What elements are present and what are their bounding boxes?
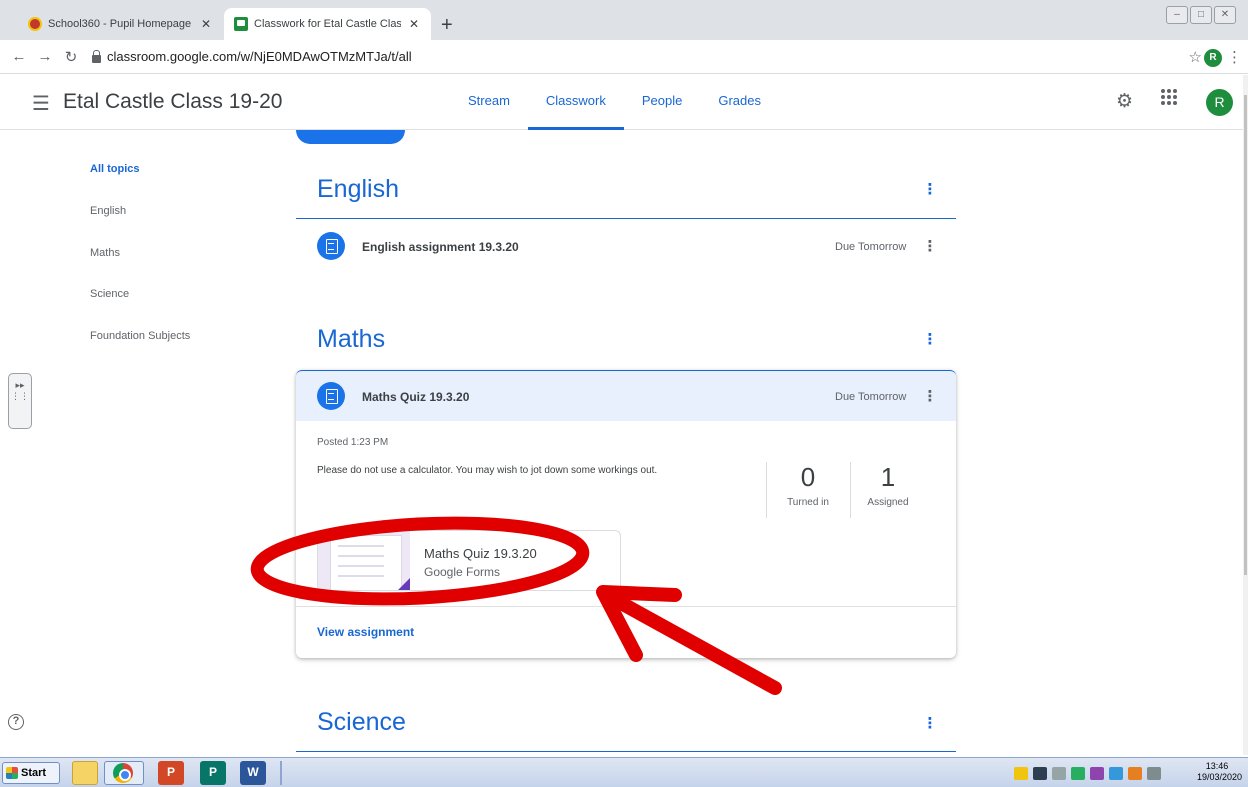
clock-time: 13:46 — [1205, 761, 1229, 771]
tab-stream[interactable]: Stream — [450, 75, 528, 130]
profile-avatar[interactable]: R — [1206, 89, 1233, 116]
view-assignment-link[interactable]: View assignment — [317, 625, 414, 639]
posted-time: Posted 1:23 PM — [317, 437, 389, 448]
bookmark-star-icon[interactable]: ☆ — [1189, 48, 1202, 66]
start-button[interactable]: Start — [2, 762, 60, 784]
attachment-title: Maths Quiz 19.3.20 — [424, 546, 537, 561]
assignment-instructions: Please do not use a calculator. You may … — [317, 465, 658, 476]
display-icon[interactable] — [1109, 766, 1123, 780]
turned-in-count: 0 — [800, 462, 816, 492]
tab-title: School360 - Pupil Homepage — [48, 18, 192, 30]
apps-grid-icon[interactable] — [1161, 89, 1179, 105]
assignment-icon — [317, 232, 345, 260]
tool-icon[interactable] — [1090, 766, 1104, 780]
file-explorer-icon[interactable] — [72, 761, 98, 785]
topic-maths[interactable]: Maths — [90, 247, 120, 259]
close-icon[interactable]: ✕ — [199, 17, 213, 31]
turned-in-label: Turned in — [787, 497, 829, 508]
topic-english[interactable]: English — [90, 205, 126, 217]
volume-icon[interactable] — [1052, 766, 1066, 780]
help-icon[interactable]: ? — [8, 714, 24, 730]
browser-toolbar: ← → ↻ classroom.google.com/w/NjE0MDAwOTM… — [0, 40, 1248, 74]
assigned-count: 1 — [880, 462, 896, 492]
url-text: classroom.google.com/w/NjE0MDAwOTMzMTJa/… — [107, 49, 412, 64]
due-date: Due Tomorrow — [835, 241, 907, 253]
section-title-maths: Maths — [317, 325, 386, 353]
form-thumbnail — [318, 531, 410, 590]
settings-gear-icon[interactable]: ⚙ — [1116, 90, 1133, 113]
browser-menu-icon[interactable]: ⋮ — [1227, 48, 1242, 66]
chrome-icon[interactable] — [104, 761, 144, 785]
security-shield-icon[interactable] — [1014, 766, 1028, 780]
classroom-icon — [234, 17, 248, 31]
scrollbar-thumb[interactable] — [1244, 95, 1247, 575]
topic-all[interactable]: All topics — [90, 163, 140, 175]
window-controls: – □ ✕ — [1166, 6, 1236, 24]
keyboard-icon[interactable] — [1147, 766, 1161, 780]
side-panel-handle-icon[interactable]: ▸▸ ⋮⋮ — [8, 373, 32, 429]
tab-classwork[interactable]: Classwork — [527, 75, 624, 130]
close-icon[interactable]: ✕ — [407, 17, 421, 31]
turned-in-stat[interactable]: 0 Turned in — [766, 462, 850, 517]
reload-icon[interactable]: ↻ — [58, 48, 84, 66]
assignment-title-english[interactable]: English assignment 19.3.20 — [362, 240, 519, 254]
classroom-header: ☰ Etal Castle Class 19-20 Stream Classwo… — [0, 75, 1243, 130]
taskbar-separator — [280, 761, 282, 785]
hamburger-menu-icon[interactable]: ☰ — [32, 91, 50, 116]
more-options-icon[interactable]: ⋮ — [922, 716, 938, 731]
window-close-icon[interactable]: ✕ — [1214, 6, 1236, 24]
topic-science[interactable]: Science — [90, 288, 129, 300]
powerpoint-icon[interactable]: P — [158, 761, 184, 785]
assignment-title-maths[interactable]: Maths Quiz 19.3.20 — [362, 390, 469, 404]
tab-title: Classwork for Etal Castle Class 19-2 — [254, 18, 401, 30]
lock-icon — [92, 49, 101, 63]
section-divider — [296, 751, 956, 752]
section-divider — [296, 218, 956, 219]
publisher-icon[interactable]: P — [200, 761, 226, 785]
tab-people[interactable]: People — [624, 75, 700, 130]
forward-icon[interactable]: → — [32, 48, 58, 65]
google-forms-icon — [396, 578, 410, 590]
more-options-icon[interactable]: ⋮ — [922, 182, 938, 197]
browser-tab-strip: School360 - Pupil Homepage ✕ Classwork f… — [0, 0, 1248, 40]
sync-icon[interactable] — [1071, 766, 1085, 780]
network-icon[interactable] — [1033, 766, 1047, 780]
tab-grades[interactable]: Grades — [700, 75, 779, 130]
assignment-icon — [317, 382, 345, 410]
clock-date: 19/03/2020 — [1197, 772, 1243, 782]
windows-taskbar: Start P P W 13:46 19/03/2020 — [0, 757, 1248, 787]
word-icon[interactable]: W — [240, 761, 266, 785]
address-bar[interactable]: classroom.google.com/w/NjE0MDAwOTMzMTJa/… — [92, 49, 412, 64]
topic-foundation-subjects[interactable]: Foundation Subjects — [90, 330, 190, 342]
assignment-card-maths: Maths Quiz 19.3.20 Due Tomorrow ⋮ Posted… — [296, 370, 956, 658]
more-options-icon[interactable]: ⋮ — [922, 332, 938, 347]
class-title[interactable]: Etal Castle Class 19-20 — [63, 90, 282, 114]
assignment-more-icon[interactable]: ⋮ — [922, 389, 938, 404]
assigned-stat[interactable]: 1 Assigned — [846, 462, 930, 517]
system-clock[interactable]: 13:46 19/03/2020 — [1197, 761, 1243, 783]
due-date: Due Tomorrow — [835, 391, 907, 403]
printer-icon[interactable] — [1128, 766, 1142, 780]
class-tabs: Stream Classwork People Grades — [450, 75, 779, 130]
back-icon[interactable]: ← — [6, 48, 32, 65]
browser-profile-avatar[interactable]: R — [1204, 49, 1222, 67]
section-title-english: English — [317, 175, 399, 203]
school360-icon — [28, 17, 42, 31]
minimize-icon[interactable]: – — [1166, 6, 1188, 24]
section-title-science: Science — [317, 708, 406, 736]
card-divider — [296, 606, 956, 607]
browser-tab-school360[interactable]: School360 - Pupil Homepage ✕ — [18, 8, 223, 40]
assignment-more-icon[interactable]: ⋮ — [922, 239, 938, 254]
attachment-google-forms[interactable]: Maths Quiz 19.3.20 Google Forms — [317, 530, 621, 591]
attachment-type: Google Forms — [424, 565, 501, 579]
assignment-card-header[interactable]: Maths Quiz 19.3.20 Due Tomorrow ⋮ — [296, 370, 956, 421]
maximize-icon[interactable]: □ — [1190, 6, 1212, 24]
new-tab-icon[interactable]: + — [441, 14, 453, 37]
assigned-label: Assigned — [867, 497, 909, 508]
create-button-edge[interactable] — [296, 130, 405, 144]
browser-tab-classroom[interactable]: Classwork for Etal Castle Class 19-2 ✕ — [224, 8, 431, 40]
